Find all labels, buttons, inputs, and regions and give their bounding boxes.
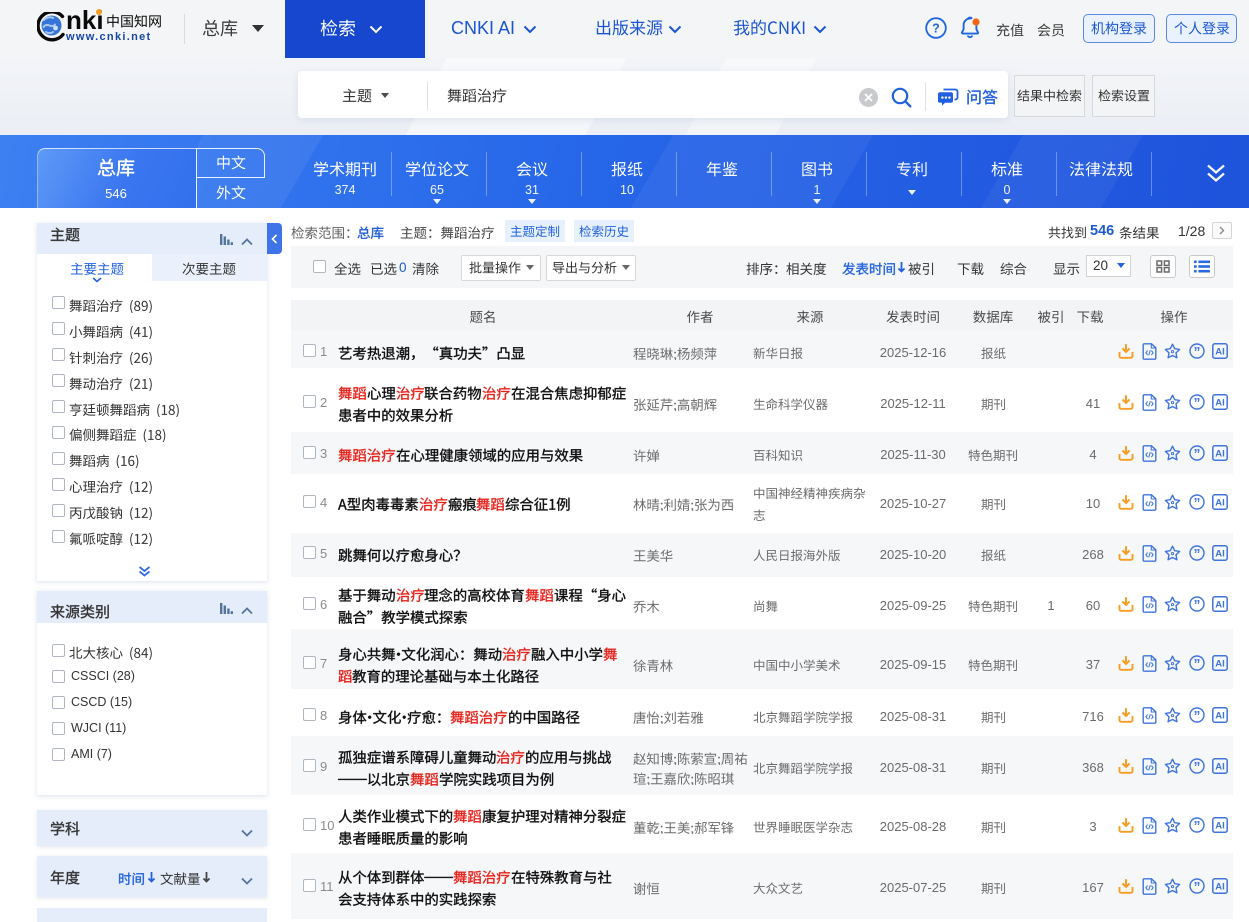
- svg-text:”: ”: [1193, 819, 1200, 833]
- svg-text:AI: AI: [1215, 498, 1225, 509]
- svg-text:?: ?: [932, 22, 940, 36]
- svg-text:AI: AI: [1215, 821, 1225, 832]
- svg-text:”: ”: [1193, 598, 1200, 612]
- svg-text:”: ”: [1193, 880, 1200, 894]
- svg-text:”: ”: [1193, 396, 1200, 410]
- svg-text:”: ”: [1193, 547, 1200, 561]
- svg-text:”: ”: [1193, 760, 1200, 774]
- svg-text:AI: AI: [1215, 600, 1225, 611]
- svg-text:AI: AI: [1215, 449, 1225, 460]
- svg-text:”: ”: [1193, 496, 1200, 510]
- svg-text:AI: AI: [1215, 347, 1225, 358]
- svg-text:AI: AI: [1215, 762, 1225, 773]
- svg-text:”: ”: [1193, 657, 1200, 671]
- svg-text:AI: AI: [1215, 882, 1225, 893]
- svg-text:AI: AI: [1215, 398, 1225, 409]
- svg-text:AI: AI: [1215, 549, 1225, 560]
- svg-text:AI: AI: [1215, 659, 1225, 670]
- svg-text:”: ”: [1193, 709, 1200, 723]
- svg-text:”: ”: [1193, 447, 1200, 461]
- svg-text:”: ”: [1193, 345, 1200, 359]
- svg-text:AI: AI: [1215, 711, 1225, 722]
